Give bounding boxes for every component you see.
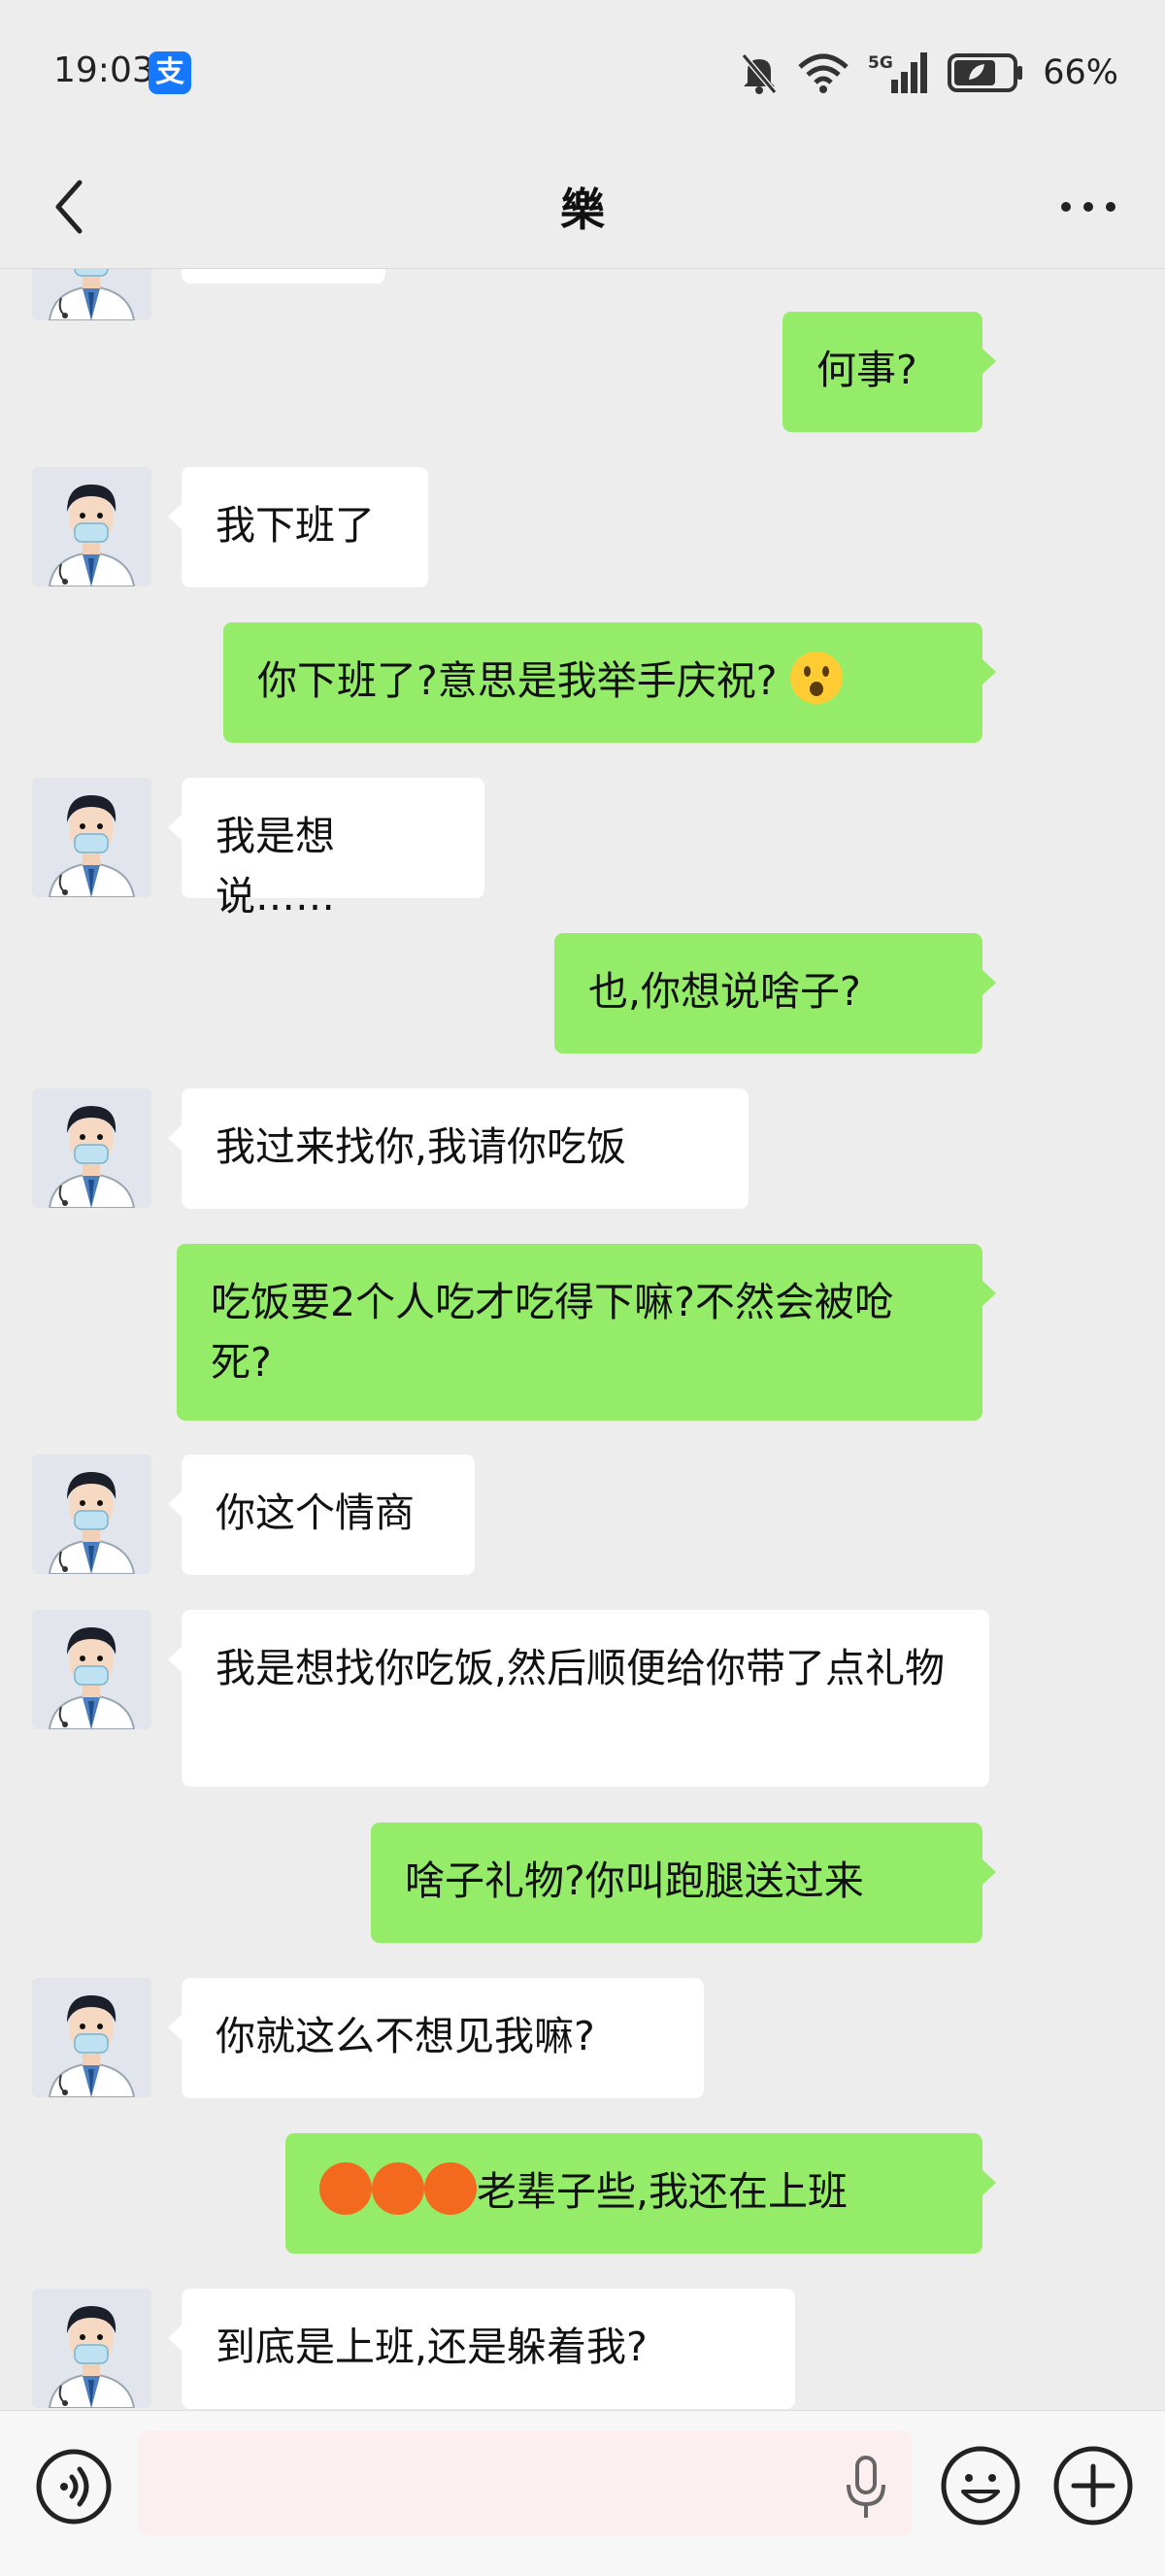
avatar[interactable] xyxy=(32,2289,151,2408)
battery-icon xyxy=(948,53,1023,92)
emoji-icon[interactable] xyxy=(940,2445,1021,2526)
chat-title: 樂 xyxy=(560,184,605,236)
message-bubble-outgoing[interactable]: 你下班了?意思是我举手庆祝? xyxy=(223,622,996,743)
status-time: 19:03 xyxy=(53,50,154,90)
alipay-icon: 支 xyxy=(149,51,191,94)
battery-percent: 66% xyxy=(1043,53,1118,92)
avatar[interactable] xyxy=(32,1088,151,1208)
message-input[interactable] xyxy=(138,2430,913,2535)
message-bubble-incoming[interactable]: 我过来找你,我请你吃饭 xyxy=(168,1088,749,1209)
microphone-icon[interactable] xyxy=(837,2454,895,2524)
mute-bell-icon xyxy=(741,53,778,94)
message-bubble-outgoing[interactable]: 吃饭要2个人吃才吃得下嘛?不然会被呛死? xyxy=(177,1244,996,1421)
message-bubble-incoming[interactable]: 你就这么不想见我嘛? xyxy=(168,1978,704,2098)
wifi-icon xyxy=(798,53,849,93)
message-bubble-incoming[interactable]: 我是想说…… xyxy=(168,778,484,920)
chat-header: 樂 xyxy=(0,146,1165,269)
input-bar xyxy=(0,2410,1165,2576)
message-bubble-partial[interactable] xyxy=(182,269,385,284)
avatar[interactable] xyxy=(32,1610,151,1729)
message-bubble-outgoing[interactable]: 老辈子些,我还在上班 xyxy=(285,2133,996,2254)
message-text: 何事? xyxy=(816,347,917,393)
message-text: 我是想说…… xyxy=(216,813,335,920)
crying-face-emoji-icon xyxy=(424,2162,477,2215)
message-list[interactable]: 何事? 我下班了 你下班了?意思是我举手庆祝? 我是想说…… 也,你想说啥子? … xyxy=(0,269,1165,2410)
surprised-face-emoji-icon xyxy=(789,652,843,704)
avatar[interactable] xyxy=(32,269,151,320)
more-icon[interactable] xyxy=(1054,184,1122,229)
signal-5g-icon: 5G xyxy=(868,52,928,93)
svg-text:5G: 5G xyxy=(868,53,893,73)
message-bubble-outgoing[interactable]: 也,你想说啥子? xyxy=(554,933,996,1054)
status-icons: 5G 66% xyxy=(740,49,1118,97)
avatar[interactable] xyxy=(32,1455,151,1574)
message-bubble-incoming[interactable]: 我是想找你吃饭,然后顺便给你带了点礼物 xyxy=(168,1610,989,1787)
plus-icon[interactable] xyxy=(1052,2445,1134,2526)
message-text: 你下班了?意思是我举手庆祝? xyxy=(257,657,778,704)
message-text: 我过来找你,我请你吃饭 xyxy=(216,1123,627,1170)
message-bubble-outgoing[interactable]: 何事? xyxy=(782,312,996,432)
message-text: 老辈子些,我还在上班 xyxy=(477,2168,849,2215)
message-text: 我是想找你吃饭,然后顺便给你带了点礼物 xyxy=(216,1645,946,1691)
avatar[interactable] xyxy=(32,778,151,897)
voice-icon[interactable] xyxy=(35,2448,113,2526)
avatar[interactable] xyxy=(32,467,151,586)
crying-face-emoji-icon xyxy=(372,2162,424,2215)
message-text: 你这个情商 xyxy=(216,1489,415,1536)
message-text: 到底是上班,还是躲着我? xyxy=(216,2324,648,2370)
message-bubble-incoming[interactable]: 你这个情商 xyxy=(168,1455,475,1575)
message-text: 吃饭要2个人吃才吃得下嘛?不然会被呛死? xyxy=(211,1279,894,1386)
crying-face-emoji-icon xyxy=(319,2162,372,2215)
message-text: 你就这么不想见我嘛? xyxy=(216,2013,595,2059)
message-bubble-incoming[interactable]: 到底是上班,还是躲着我? xyxy=(168,2289,795,2409)
avatar[interactable] xyxy=(32,1978,151,2097)
message-text: 也,你想说啥子? xyxy=(588,968,861,1015)
message-text: 啥子礼物?你叫跑腿送过来 xyxy=(405,1857,864,1904)
message-bubble-outgoing[interactable]: 啥子礼物?你叫跑腿送过来 xyxy=(371,1823,996,1943)
message-text: 我下班了 xyxy=(216,502,375,549)
status-bar: 19:03 支 5G 66% xyxy=(0,0,1165,146)
message-bubble-incoming[interactable]: 我下班了 xyxy=(168,467,428,587)
